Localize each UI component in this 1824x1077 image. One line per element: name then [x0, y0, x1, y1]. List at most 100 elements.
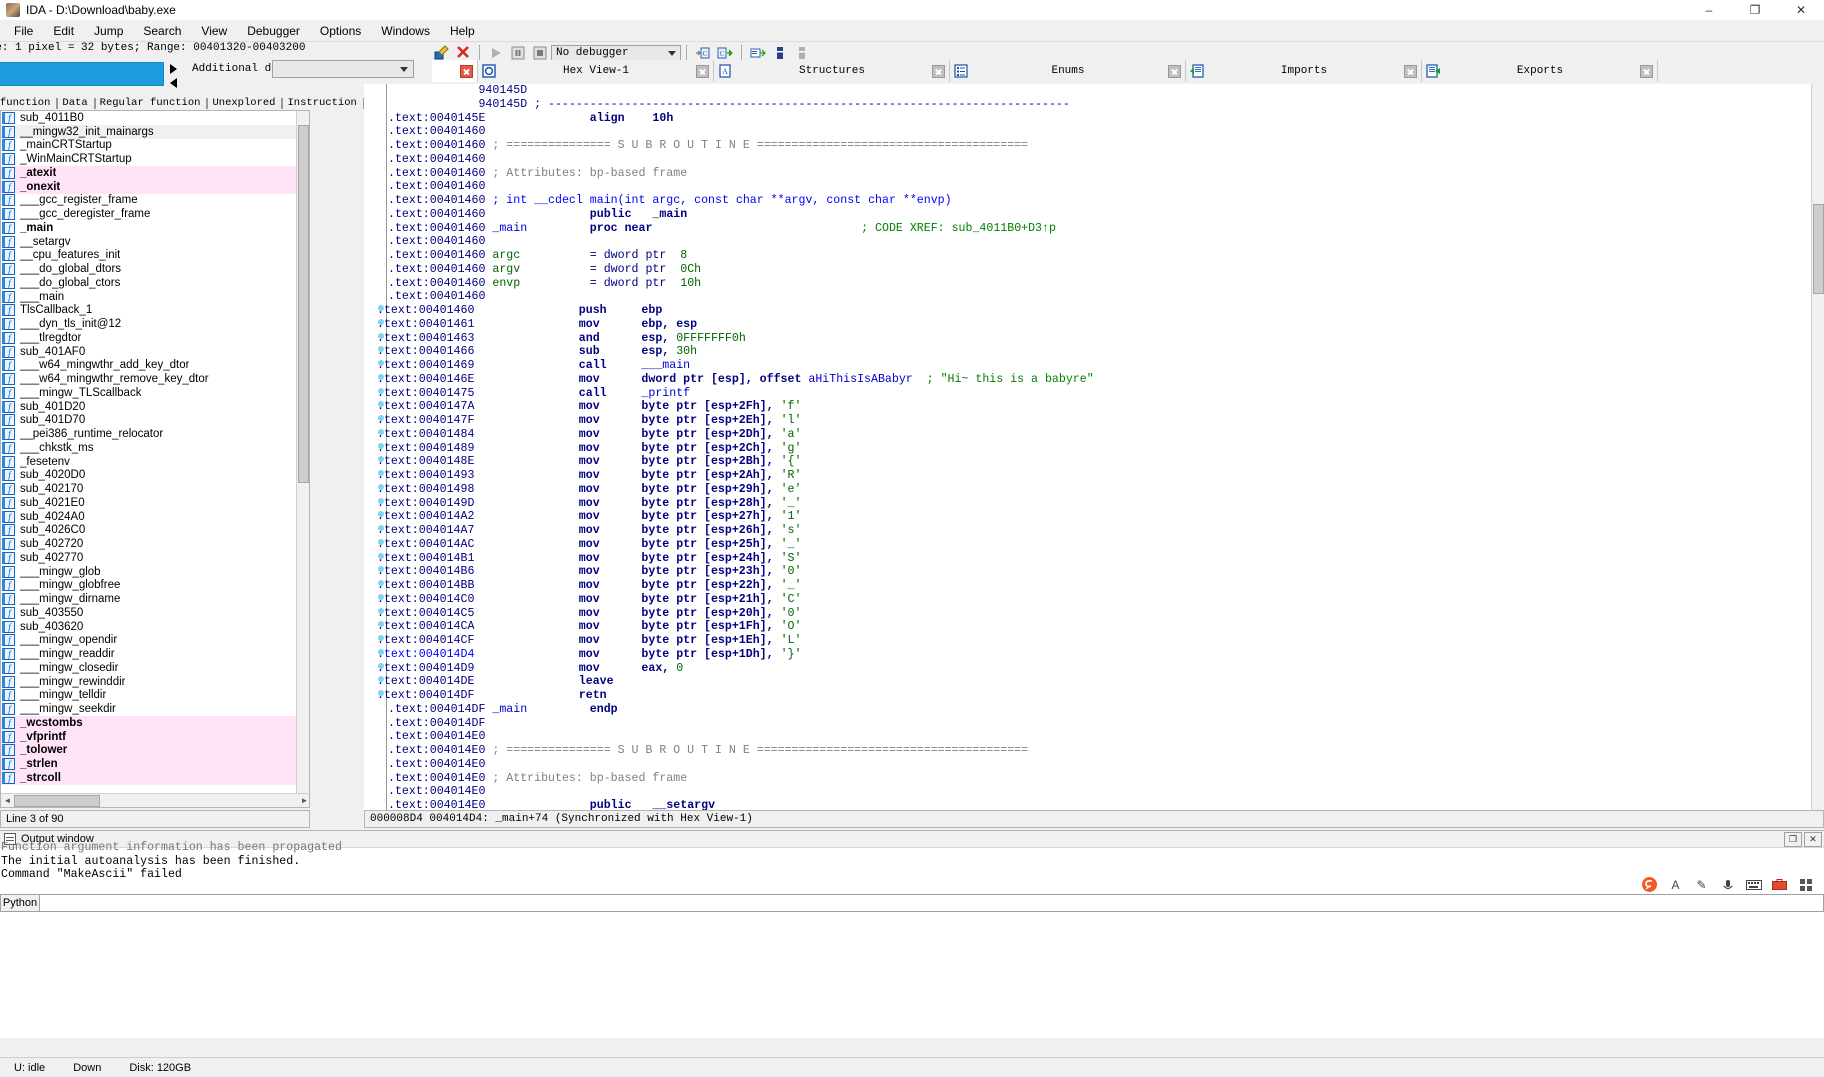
python-input[interactable]	[40, 894, 1824, 912]
function-list-item[interactable]: f sub_401D70	[1, 414, 297, 428]
breakpoint-dot-icon[interactable]	[378, 387, 384, 394]
close-icon[interactable]	[1404, 64, 1417, 78]
function-list-item[interactable]: f _main	[1, 221, 297, 235]
disassembly-line[interactable]: .text:00401484 mov byte ptr [esp+2Dh], '…	[377, 428, 1824, 442]
function-list-item[interactable]: f ___mingw_glob	[1, 565, 297, 579]
function-list-item[interactable]: f TlsCallback_1	[1, 304, 297, 318]
breakpoint-dot-icon[interactable]	[378, 442, 384, 449]
function-list-item[interactable]: f ___mingw_readdir	[1, 647, 297, 661]
disassembly-line[interactable]: .text:004014B1 mov byte ptr [esp+24h], '…	[377, 552, 1824, 566]
microphone-icon[interactable]	[1719, 876, 1736, 893]
menu-item-windows[interactable]: Windows	[371, 22, 440, 40]
disassembly-line[interactable]: .text:004014CF mov byte ptr [esp+1Eh], '…	[377, 634, 1824, 648]
breakpoint-dot-icon[interactable]	[378, 497, 384, 504]
disassembly-line[interactable]: .text:004014E0 ; =============== S U B R…	[388, 744, 1824, 758]
disassembly-line[interactable]: .text:004014DE leave	[377, 675, 1824, 689]
scroll-left-arrow-icon[interactable]: ◄	[1, 794, 14, 807]
close-icon[interactable]	[1168, 64, 1181, 78]
breakpoint-dot-icon[interactable]	[378, 635, 384, 641]
disassembly-line[interactable]: .text:004014AC mov byte ptr [esp+25h], '…	[377, 538, 1824, 552]
arrow-right-icon[interactable]	[170, 64, 177, 74]
disassembly-line[interactable]: .text:004014DF	[388, 717, 1824, 731]
breakpoint-dot-icon[interactable]	[378, 580, 384, 586]
function-list-item[interactable]: f ___mingw_TLScallback	[1, 386, 297, 400]
disassembly-line[interactable]: .text:00401460 argc = dword ptr 8	[388, 249, 1824, 263]
close-icon[interactable]	[460, 64, 473, 78]
sogou-logo-icon[interactable]	[1641, 876, 1658, 893]
function-list-item[interactable]: f _mainCRTStartup	[1, 139, 297, 153]
function-list-item[interactable]: f ___gcc_register_frame	[1, 194, 297, 208]
breakpoint-dot-icon[interactable]	[378, 415, 384, 421]
function-list-item[interactable]: f ___mingw_rewinddir	[1, 675, 297, 689]
breakpoint-dot-icon[interactable]	[378, 483, 384, 490]
function-list-item[interactable]: f __pei386_runtime_relocator	[1, 427, 297, 441]
disassembly-line[interactable]: .text:004014D4 mov byte ptr [esp+1Dh], '…	[377, 648, 1824, 662]
disassembly-line[interactable]: .text:00401460 argv = dword ptr 0Ch	[388, 263, 1824, 277]
function-list-item[interactable]: f ___mingw_dirname	[1, 592, 297, 606]
menu-item-jump[interactable]: Jump	[84, 22, 133, 40]
disassembly-line[interactable]: .text:00401460	[388, 290, 1824, 304]
function-list-item[interactable]: f sub_4026C0	[1, 524, 297, 538]
disassembly-line[interactable]: .text:0040147A mov byte ptr [esp+2Fh], '…	[377, 400, 1824, 414]
navigator-arrows[interactable]	[168, 62, 182, 88]
breakpoint-dot-icon[interactable]	[378, 305, 384, 311]
functions-list[interactable]: f sub_4011B0 f __mingw32_init_mainargs f _mai…	[1, 111, 297, 785]
breakpoint-dot-icon[interactable]	[378, 360, 384, 366]
breakpoint-dot-icon[interactable]	[378, 373, 384, 380]
function-list-item[interactable]: f ___w64_mingwthr_add_key_dtor	[1, 359, 297, 373]
close-icon[interactable]	[696, 64, 709, 78]
function-list-item[interactable]: f sub_403550	[1, 606, 297, 620]
disassembly-line[interactable]: .text:00401460 push ebp	[377, 304, 1824, 318]
function-list-item[interactable]: f sub_402720	[1, 537, 297, 551]
disassembly-line[interactable]: .text:00401461 mov ebp, esp	[377, 318, 1824, 332]
scroll-up-arrow-icon[interactable]	[297, 111, 309, 124]
disassembly-line[interactable]: .text:004014E0	[388, 758, 1824, 772]
function-list-item[interactable]: f sub_401AF0	[1, 345, 297, 359]
disassembly-line[interactable]: .text:004014B6 mov byte ptr [esp+23h], '…	[377, 565, 1824, 579]
disassembly-line[interactable]: .text:00401475 call _printf	[377, 387, 1824, 401]
disassembly-line[interactable]: .text:00401460 public _main	[388, 208, 1824, 222]
disassembly-line[interactable]: .text:00401460 ; =============== S U B R…	[388, 139, 1824, 153]
breakpoint-dot-icon[interactable]	[378, 318, 384, 325]
close-button[interactable]: ✕	[1778, 0, 1824, 20]
disassembly-line[interactable]: .text:0040147F mov byte ptr [esp+2Eh], '…	[377, 414, 1824, 428]
text-input-icon[interactable]: A	[1667, 876, 1684, 893]
maximize-button[interactable]: ❐	[1732, 0, 1778, 20]
close-icon[interactable]	[932, 64, 945, 78]
hscroll-thumb[interactable]	[14, 794, 100, 807]
minimize-button[interactable]: –	[1686, 0, 1732, 20]
disassembly-line[interactable]: .text:00401463 and esp, 0FFFFFFF0h	[377, 332, 1824, 346]
breakpoint-dot-icon[interactable]	[378, 607, 384, 614]
tab-hex-view-1[interactable]: Hex View-1	[478, 60, 714, 82]
toolbox-icon[interactable]	[1771, 876, 1788, 893]
disassembly-line[interactable]: .text:0040148E mov byte ptr [esp+2Bh], '…	[377, 455, 1824, 469]
function-list-item[interactable]: f _atexit	[1, 166, 297, 180]
function-list-item[interactable]: f sub_402170	[1, 482, 297, 496]
disassembly-line[interactable]: .text:00401489 mov byte ptr [esp+2Ch], '…	[377, 442, 1824, 456]
menu-item-file[interactable]: File	[4, 22, 43, 40]
disassembly-line[interactable]: .text:0040145E align 10h	[388, 112, 1824, 126]
function-list-item[interactable]: f ___main	[1, 290, 297, 304]
scroll-thumb[interactable]	[298, 125, 309, 483]
tab-imports[interactable]: Imports	[1186, 60, 1422, 82]
function-list-item[interactable]: f _fesetenv	[1, 455, 297, 469]
disassembly-code[interactable]: 940145D 940145D ; ----------------------…	[377, 84, 1824, 810]
disassembly-line[interactable]: .text:004014E0	[388, 730, 1824, 744]
disassembly-line[interactable]: .text:004014CA mov byte ptr [esp+1Fh], '…	[377, 620, 1824, 634]
disassembly-line[interactable]: .text:0040146E mov dword ptr [esp], offs…	[377, 373, 1824, 387]
disassembly-line[interactable]: .text:00401460	[388, 235, 1824, 249]
function-list-item[interactable]: f sub_4011B0	[1, 111, 297, 125]
breakpoint-dot-icon[interactable]	[378, 332, 384, 339]
function-list-item[interactable]: f ___do_global_ctors	[1, 276, 297, 290]
function-list-item[interactable]: f _onexit	[1, 179, 297, 194]
function-list-item[interactable]: f sub_401D20	[1, 400, 297, 414]
scroll-right-arrow-icon[interactable]: ►	[298, 794, 309, 807]
disassembly-line[interactable]: .text:00401493 mov byte ptr [esp+2Ah], '…	[377, 469, 1824, 483]
function-list-item[interactable]: f ___mingw_telldir	[1, 689, 297, 703]
menu-item-options[interactable]: Options	[310, 22, 371, 40]
disassembly-line[interactable]: .text:00401469 call ___main	[377, 359, 1824, 373]
function-list-item[interactable]: f ___gcc_deregister_frame	[1, 207, 297, 221]
function-list-item[interactable]: f ___mingw_opendir	[1, 634, 297, 648]
disassembly-line[interactable]: .text:004014E0	[388, 785, 1824, 799]
function-list-item[interactable]: f __cpu_features_init	[1, 249, 297, 263]
